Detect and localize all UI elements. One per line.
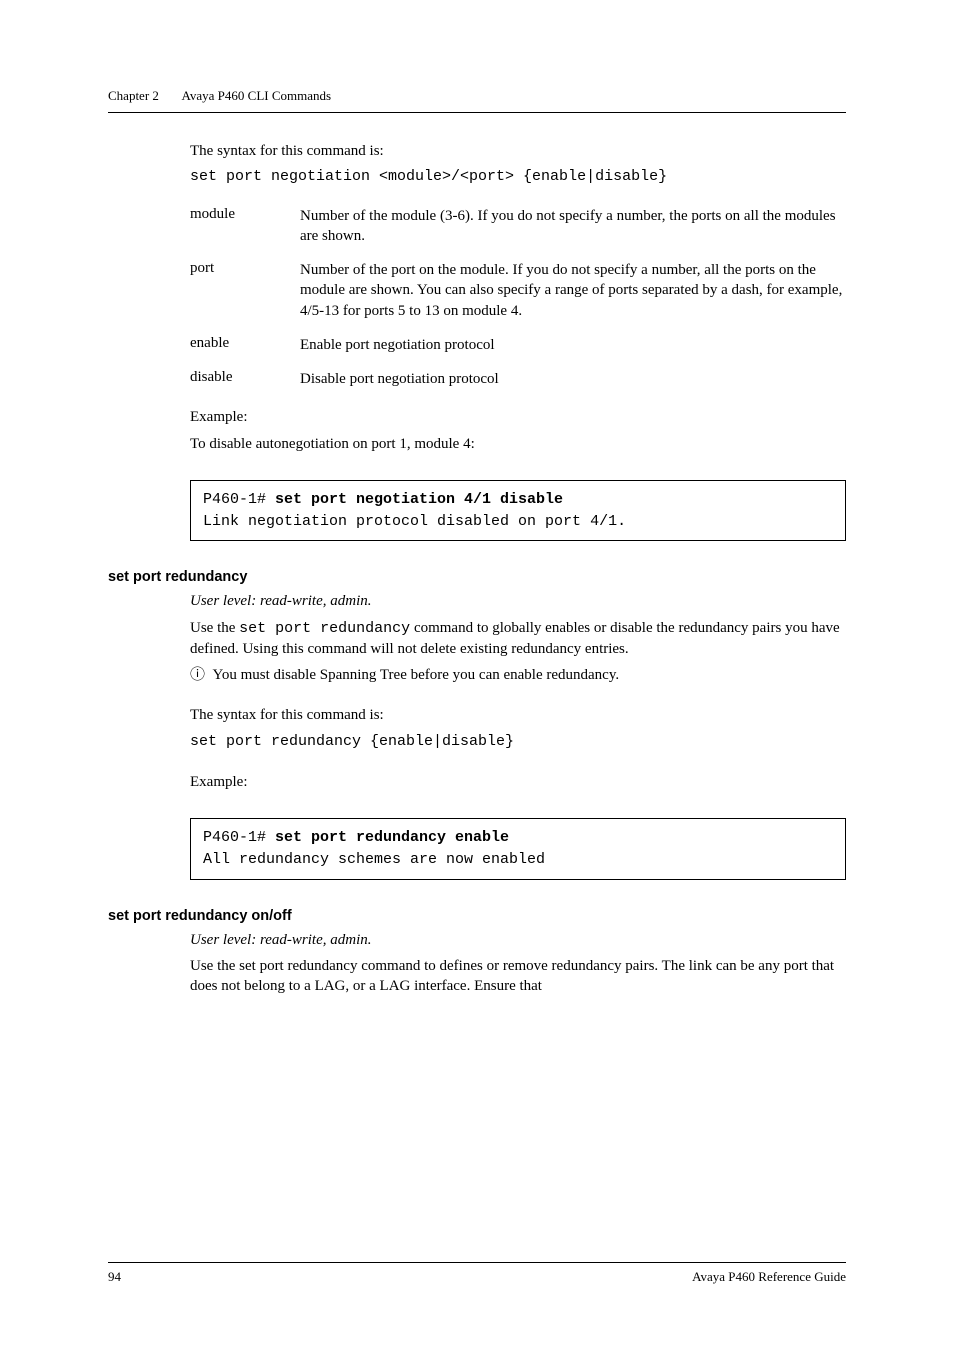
code-command: set port redundancy enable [275,829,509,846]
example-lead: To disable autonegotiation on port 1, mo… [190,434,846,454]
syntax-cmd: set port redundancy [190,733,361,750]
running-head: Chapter 2 Avaya P460 CLI Commands [108,88,846,104]
code-prompt: P460-1# [203,491,275,508]
onoff-para: Use the set port redundancy command to d… [190,956,846,997]
param-row: module Number of the module (3-6). If yo… [190,206,846,247]
code-output: All redundancy schemes are now enabled [203,851,545,868]
user-level: User level: read-write, admin. [190,591,846,611]
syntax-line: set port negotiation <module>/<port> {en… [190,167,846,187]
para-text: Use the [190,620,239,636]
header-rule [108,112,846,113]
example-label: Example: [190,772,846,792]
page-footer: 94 Avaya P460 Reference Guide [108,1262,846,1285]
param-row: port Number of the port on the module. I… [190,260,846,321]
syntax-cmd: set port negotiation [190,168,370,185]
param-desc: Number of the port on the module. If you… [300,260,846,321]
page-number: 94 [108,1269,121,1285]
info-icon: ⓘ [190,665,205,685]
param-name: enable [190,335,300,352]
param-row: enable Enable port negotiation protocol [190,335,846,355]
param-desc: Number of the module (3-6). If you do no… [300,206,846,247]
note-text: You must disable Spanning Tree before yo… [213,667,620,683]
param-desc: Disable port negotiation protocol [300,369,846,389]
doc-title: Avaya P460 Reference Guide [692,1269,846,1285]
syntax-lead: The syntax for this command is: [190,705,846,725]
param-name: module [190,206,300,223]
section-heading-redundancy: set port redundancy [108,569,846,585]
example-label: Example: [190,407,846,427]
info-note: ⓘ You must disable Spanning Tree before … [190,665,846,685]
syntax-lead: The syntax for this command is: [190,141,846,161]
syntax-line: set port redundancy {enable|disable} [190,732,846,752]
redundancy-para: Use the set port redundancy command to g… [190,618,846,660]
chapter-label: Chapter 2 [108,88,159,103]
param-desc: Enable port negotiation protocol [300,335,846,355]
para-mono: set port redundancy [239,620,410,637]
param-name: disable [190,369,300,386]
section-heading-onoff: set port redundancy on/off [108,908,846,924]
param-table: module Number of the module (3-6). If yo… [190,206,846,390]
code-command: set port negotiation 4/1 disable [275,491,563,508]
code-output: Link negotiation protocol disabled on po… [203,513,626,530]
syntax-args: {enable|disable} [361,733,514,750]
param-name: port [190,260,300,277]
code-prompt: P460-1# [203,829,275,846]
code-box: P460-1# set port negotiation 4/1 disable… [190,480,846,542]
param-row: disable Disable port negotiation protoco… [190,369,846,389]
chapter-title: Avaya P460 CLI Commands [181,88,331,103]
syntax-args: <module>/<port> {enable|disable} [370,168,667,185]
code-box: P460-1# set port redundancy enable All r… [190,818,846,880]
user-level: User level: read-write, admin. [190,930,846,950]
